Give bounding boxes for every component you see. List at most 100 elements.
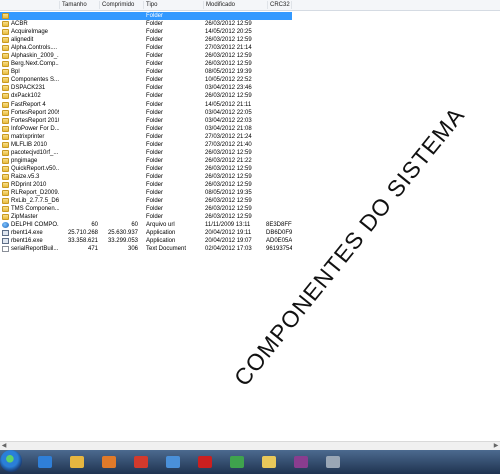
file-name: FortesReport 2010 (11, 117, 59, 124)
list-item[interactable]: Alpha.Controls.... Folder 27/03/2012 21:14 (0, 44, 292, 52)
list-item[interactable]: serialReportBuil... 471 306 Text Document 02… (0, 245, 292, 253)
scroll-left-icon[interactable]: ◀ (0, 442, 8, 450)
file-modified: 08/05/2012 19:35 (205, 190, 252, 197)
folder-icon (2, 109, 9, 116)
folder-icon (2, 101, 9, 108)
file-modified: 27/03/2012 21:24 (205, 133, 252, 140)
list-item[interactable]: rbent14.exe 25.710.268 25.630.937 Applicati… (0, 229, 292, 237)
list-item[interactable]: AcquireImage Folder 14/05/2012 20:25 (0, 28, 292, 36)
list-item[interactable]: DELPHI COMPO... 60 60 Arquivo url 11/11/2009… (0, 221, 292, 229)
list-item[interactable]: Alphaskin_2009_... Folder 26/03/2012 12:59 (0, 52, 292, 60)
file-crc: 8E3D8FF9 (266, 222, 292, 229)
list-item[interactable]: RDprint 2010 Folder 26/03/2012 12:59 (0, 181, 292, 189)
file-name: matrixprinter (11, 133, 45, 140)
list-item[interactable]: DSPACK231 Folder 03/04/2012 23:46 (0, 84, 292, 92)
file-name: alignedit (11, 37, 34, 44)
list-item[interactable]: QuickReport.v50... Folder 26/03/2012 12:59 (0, 165, 292, 173)
file-name: InfoPower For D... (11, 125, 59, 132)
list-item[interactable]: TMS Componen... Folder 26/03/2012 12:59 (0, 205, 292, 213)
list-item[interactable]: FortesReport 2009 Folder 03/04/2012 22:05 (0, 109, 292, 117)
file-type: Folder (146, 133, 164, 140)
file-type: Folder (146, 181, 164, 188)
file-modified: 10/05/2012 22:52 (205, 77, 252, 84)
list-item[interactable]: InfoPower For D... Folder 03/04/2012 21:08 (0, 125, 292, 133)
list-item[interactable]: FortesReport 2010 Folder 03/04/2012 22:03 (0, 117, 292, 125)
file-compressed: 306 (127, 246, 138, 253)
list-item[interactable]: pngimage Folder 26/03/2012 21:22 (0, 157, 292, 165)
file-type: Text Document (146, 246, 187, 253)
taskbar-button[interactable] (32, 453, 58, 471)
start-button[interactable] (0, 450, 22, 472)
folder-icon (2, 117, 9, 124)
column-name[interactable] (0, 1, 60, 9)
list-item[interactable]: Folder (0, 12, 292, 21)
taskbar-button[interactable] (320, 453, 346, 471)
file-name: DELPHI COMPO... (11, 222, 59, 229)
file-type: Folder (146, 61, 164, 68)
column-modified[interactable]: Modificado (204, 1, 268, 9)
app-blue-taskbar-icon (166, 456, 180, 468)
column-size[interactable]: Tamanho (60, 1, 100, 9)
file-compressed: 33.299.053 (107, 238, 138, 245)
file-modified: 08/05/2012 19:39 (205, 69, 252, 76)
list-item[interactable]: FastReport 4 Folder 14/05/2012 21:11 (0, 101, 292, 109)
file-name: ZipMaster (11, 214, 38, 221)
file-name: RDprint 2010 (11, 181, 47, 188)
column-compressed[interactable]: Comprimido (100, 1, 144, 9)
file-name: dxPack102 (11, 93, 41, 100)
list-item[interactable]: Componentes S... Folder 10/05/2012 22:52 (0, 76, 292, 84)
file-name: FortesReport 2009 (11, 109, 59, 116)
folder-icon (2, 93, 9, 100)
list-item[interactable]: rbent16.exe 33.358.621 33.299.053 Applicati… (0, 237, 292, 245)
file-modified: 26/03/2012 12:59 (205, 214, 252, 221)
file-size: 33.358.621 (67, 238, 98, 245)
list-item[interactable]: matrixprinter Folder 27/03/2012 21:24 (0, 133, 292, 141)
file-modified: 27/03/2012 21:14 (205, 45, 252, 52)
list-item[interactable]: Berg.Next.Comp... Folder 26/03/2012 12:59 (0, 60, 292, 68)
file-type: Folder (146, 85, 164, 92)
file-modified: 26/03/2012 12:59 (205, 53, 252, 60)
file-crc: DB6D0F94 (266, 230, 292, 237)
column-type[interactable]: Tipo (144, 1, 204, 9)
taskbar-button[interactable] (160, 453, 186, 471)
file-modified: 11/11/2009 13:11 (205, 222, 251, 229)
list-item[interactable]: dxPack102 Folder 26/03/2012 12:59 (0, 92, 292, 100)
horizontal-scrollbar[interactable]: ◀ ▶ (0, 441, 500, 450)
folder-icon (2, 61, 9, 68)
file-name: MLFLIB 2010 (11, 141, 48, 148)
list-item[interactable]: RxLib_2.7.7.5_D6... Folder 26/03/2012 12:5… (0, 197, 292, 205)
file-name: pacotecjvd10rf_... (11, 149, 59, 156)
list-item[interactable]: ACBR Folder 26/03/2012 12:59 (0, 20, 292, 28)
taskbar-button[interactable] (128, 453, 154, 471)
file-name: Alpha.Controls.... (11, 45, 58, 52)
file-type: Folder (146, 53, 164, 60)
internet-shortcut-icon (2, 222, 9, 229)
list-item[interactable]: alignedit Folder 26/03/2012 12:59 (0, 36, 292, 44)
taskbar-button[interactable] (96, 453, 122, 471)
taskbar-button[interactable] (256, 453, 282, 471)
list-item[interactable]: Bpl Folder 08/05/2012 19:39 (0, 68, 292, 76)
list-item[interactable]: Raize.v5.3 Folder 26/03/2012 12:59 (0, 173, 292, 181)
file-type: Folder (146, 157, 164, 164)
scroll-right-icon[interactable]: ▶ (492, 442, 500, 450)
taskbar-button[interactable] (288, 453, 314, 471)
file-modified: 26/03/2012 12:59 (205, 173, 252, 180)
list-item[interactable]: MLFLIB 2010 Folder 27/03/2012 21:40 (0, 141, 292, 149)
file-modified: 20/04/2012 19:11 (205, 230, 252, 237)
folder-icon (2, 21, 9, 28)
taskbar-button[interactable] (192, 453, 218, 471)
file-name: rbent14.exe (11, 230, 43, 237)
list-item[interactable]: RLReport_D2009... Folder 08/05/2012 19:35 (0, 189, 292, 197)
list-item[interactable]: ZipMaster Folder 26/03/2012 12:59 (0, 213, 292, 221)
file-modified: 03/04/2012 23:46 (205, 85, 252, 92)
taskbar-button[interactable] (64, 453, 90, 471)
file-modified: 26/03/2012 12:59 (205, 93, 252, 100)
file-size: 25.710.268 (67, 230, 98, 237)
file-type: Folder (146, 77, 164, 84)
taskbar-button[interactable] (224, 453, 250, 471)
file-type: Folder (146, 214, 164, 221)
column-crc[interactable]: CRC32 (268, 1, 292, 9)
list-item[interactable]: pacotecjvd10rf_... Folder 26/03/2012 12:59 (0, 149, 292, 157)
file-name: Bpl (11, 69, 20, 76)
file-type: Folder (146, 37, 164, 44)
